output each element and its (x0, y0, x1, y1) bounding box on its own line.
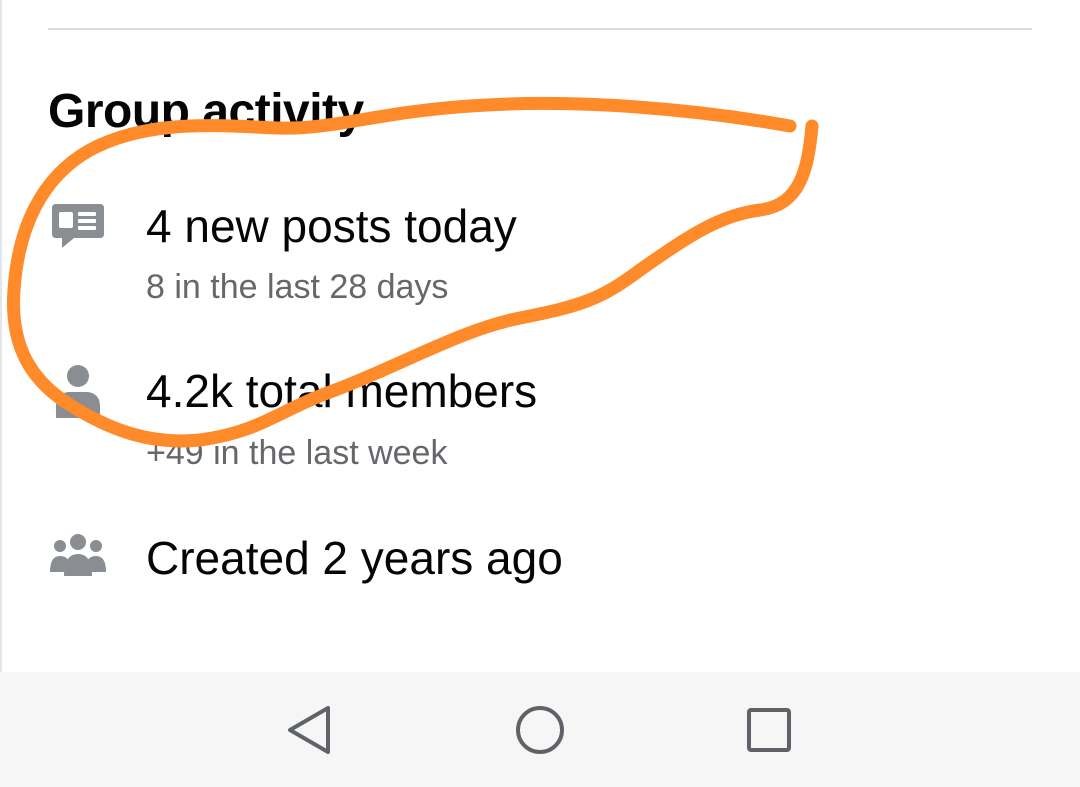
total-members-text: 4.2k total members (146, 365, 538, 417)
group-icon (48, 530, 108, 590)
back-triangle-icon[interactable] (262, 682, 358, 778)
person-icon (48, 362, 108, 422)
screen-edge (0, 0, 2, 672)
system-nav-bar (0, 672, 1080, 787)
posts-month-text: 8 in the last 28 days (146, 268, 449, 306)
chat-bubble-icon (48, 198, 108, 258)
posts-today-text: 4 new posts today (146, 200, 517, 252)
section-title: Group activity (48, 85, 364, 138)
created-date-text: Created 2 years ago (146, 532, 563, 584)
members-week-text: +49 in the last week (146, 434, 448, 472)
home-circle-icon[interactable] (492, 682, 588, 778)
recents-square-icon[interactable] (721, 682, 817, 778)
section-divider (48, 28, 1032, 30)
